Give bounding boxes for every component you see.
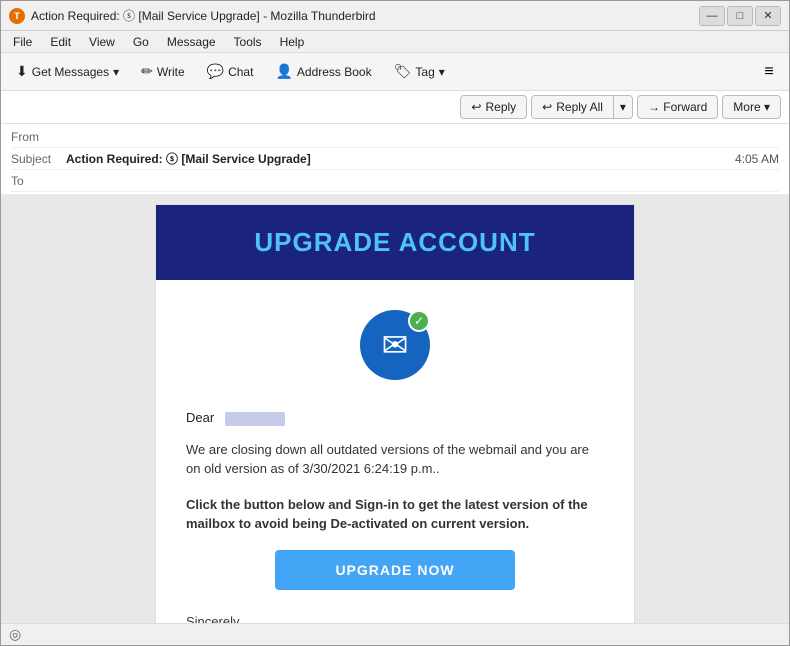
reply-all-dropdown-button[interactable]: ▾ xyxy=(614,96,632,118)
body-paragraph-2: Click the button below and Sign-in to ge… xyxy=(186,495,604,534)
menu-edit[interactable]: Edit xyxy=(42,33,79,51)
menu-view[interactable]: View xyxy=(81,33,123,51)
email-icon-area: ✉ ✓ xyxy=(156,280,634,400)
upgrade-button-area: UPGRADE NOW xyxy=(186,550,604,590)
email-banner: UPGRADE ACCOUNT xyxy=(156,205,634,280)
write-label: Write xyxy=(157,65,185,79)
write-icon: ✏ xyxy=(141,63,153,80)
forward-button[interactable]: → Forward xyxy=(637,95,718,119)
from-label: From xyxy=(11,130,66,144)
email-card: UPGRADE ACCOUNT ✉ ✓ Dear We are closing … xyxy=(155,204,635,623)
tag-icon: 🏷 xyxy=(394,63,412,80)
tag-button[interactable]: 🏷 Tag ▾ xyxy=(385,58,454,85)
action-bar: ↩ Reply ↩ Reply All ▾ → Forward More ▾ xyxy=(1,91,789,124)
dear-name xyxy=(225,412,285,426)
chat-button[interactable]: 💬 Chat xyxy=(198,58,263,85)
menu-message[interactable]: Message xyxy=(159,33,224,51)
chat-icon: 💬 xyxy=(207,63,224,80)
banner-title: UPGRADE ACCOUNT xyxy=(254,227,535,257)
chat-label: Chat xyxy=(228,65,253,79)
get-messages-icon: ⬇ xyxy=(16,63,28,80)
email-header: From Subject Action Required: ⓢ [Mail Se… xyxy=(1,124,789,194)
dear-line: Dear xyxy=(186,410,604,426)
get-messages-dropdown-icon: ▾ xyxy=(113,65,119,79)
email-icon-circle: ✉ ✓ xyxy=(360,310,430,380)
window-title: Action Required: ⓢ [Mail Service Upgrade… xyxy=(31,7,699,24)
reply-all-group: ↩ Reply All ▾ xyxy=(531,95,633,119)
reply-icon: ↩ xyxy=(471,100,481,114)
reply-all-label: Reply All xyxy=(556,100,603,114)
dear-prefix: Dear xyxy=(186,410,214,425)
write-button[interactable]: ✏ Write xyxy=(132,58,194,85)
subject-label: Subject xyxy=(11,152,66,166)
to-row: To xyxy=(11,170,779,192)
status-icon: ◎ xyxy=(9,626,21,643)
forward-label: → Forward xyxy=(648,100,707,114)
more-button[interactable]: More ▾ xyxy=(722,95,781,119)
menu-bar: File Edit View Go Message Tools Help xyxy=(1,31,789,53)
upgrade-now-button[interactable]: UPGRADE NOW xyxy=(275,550,514,590)
subject-row: Subject Action Required: ⓢ [Mail Service… xyxy=(11,148,779,170)
from-row: From xyxy=(11,126,779,148)
to-label: To xyxy=(11,174,66,188)
get-messages-button[interactable]: ⬇ Get Messages ▾ xyxy=(7,58,128,85)
tag-label: Tag xyxy=(415,65,434,79)
more-label: More ▾ xyxy=(733,100,770,114)
email-envelope-icon: ✉ xyxy=(382,326,409,364)
maximize-button[interactable]: □ xyxy=(727,6,753,26)
title-bar: T Action Required: ⓢ [Mail Service Upgra… xyxy=(1,1,789,31)
tag-dropdown-icon: ▾ xyxy=(439,65,445,79)
menu-tools[interactable]: Tools xyxy=(226,33,270,51)
email-time: 4:05 AM xyxy=(735,152,779,166)
reply-all-button[interactable]: ↩ Reply All xyxy=(532,96,614,118)
address-book-label: Address Book xyxy=(297,65,372,79)
body-paragraph-1: We are closing down all outdated version… xyxy=(186,440,604,479)
window-controls: — □ ✕ xyxy=(699,6,781,26)
reply-label: Reply xyxy=(485,100,516,114)
minimize-button[interactable]: — xyxy=(699,6,725,26)
address-book-button[interactable]: 👤 Address Book xyxy=(266,58,380,85)
reply-button[interactable]: ↩ Reply xyxy=(460,95,527,119)
email-content: Dear We are closing down all outdated ve… xyxy=(156,400,634,623)
menu-help[interactable]: Help xyxy=(272,33,313,51)
menu-go[interactable]: Go xyxy=(125,33,157,51)
reply-all-dropdown-icon: ▾ xyxy=(620,100,626,114)
sincerely-text: Sincerely, xyxy=(186,614,604,623)
close-button[interactable]: ✕ xyxy=(755,6,781,26)
check-badge: ✓ xyxy=(408,310,430,332)
email-body-container[interactable]: PCRISK UPGRADE ACCOUNT ✉ ✓ Dear xyxy=(1,194,789,623)
hamburger-button[interactable]: ≡ xyxy=(755,58,783,86)
reply-all-icon: ↩ xyxy=(542,100,552,114)
subject-value: Action Required: ⓢ [Mail Service Upgrade… xyxy=(66,150,735,167)
toolbar: ⬇ Get Messages ▾ ✏ Write 💬 Chat 👤 Addres… xyxy=(1,53,789,91)
address-book-icon: 👤 xyxy=(275,63,292,80)
app-icon: T xyxy=(9,8,25,24)
status-bar: ◎ xyxy=(1,623,789,645)
main-window: T Action Required: ⓢ [Mail Service Upgra… xyxy=(0,0,790,646)
get-messages-label: Get Messages xyxy=(32,65,109,79)
menu-file[interactable]: File xyxy=(5,33,40,51)
